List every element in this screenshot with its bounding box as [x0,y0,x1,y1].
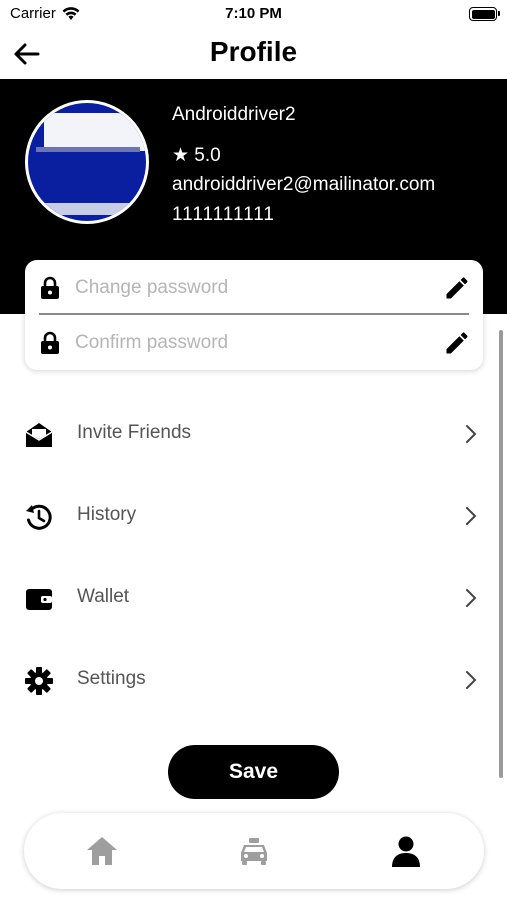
gear-icon [25,667,53,695]
chevron-right-icon [466,507,477,525]
change-password-input[interactable] [75,270,425,306]
user-rating: ★ 5.0 [172,145,221,166]
person-icon[interactable] [388,833,424,869]
save-button[interactable]: Save [168,745,339,799]
change-password-row [25,260,483,315]
menu-item-label: Settings [77,668,146,689]
chevron-right-icon [466,425,477,443]
status-bar: Carrier 7:10 PM [0,0,507,30]
user-phone: 1111111111 [172,204,275,225]
lock-icon [41,331,59,354]
menu-item-label: Wallet [77,586,130,607]
wallet-icon [26,589,52,610]
menu-item-label: Invite Friends [77,422,192,443]
chevron-right-icon [466,589,477,607]
menu-item-invite-friends[interactable]: Invite Friends [0,403,507,463]
home-icon[interactable] [84,833,120,869]
menu-item-settings[interactable]: Settings [0,649,507,709]
pencil-icon[interactable] [443,274,471,302]
bottom-tab-bar [24,813,484,889]
confirm-password-row [25,315,483,370]
battery-icon [469,7,500,21]
status-time: 7:10 PM [225,5,282,22]
password-card [25,260,483,370]
history-icon [26,504,52,530]
taxi-icon[interactable] [236,833,272,869]
envelope-open-icon [25,423,53,447]
scrollbar[interactable] [499,330,503,778]
user-name: Androiddriver2 [172,104,296,125]
user-email: androiddriver2@mailinator.com [172,174,436,195]
pencil-icon[interactable] [443,329,471,357]
menu-item-history[interactable]: History [0,485,507,545]
menu-item-label: History [77,504,137,525]
chevron-right-icon [466,671,477,689]
lock-icon [41,276,59,299]
confirm-password-input[interactable] [75,325,425,361]
menu-item-wallet[interactable]: Wallet [0,567,507,627]
user-info: Androiddriver2 ★ 5.0 androiddriver2@mail… [172,104,435,234]
page-title: Profile [209,36,298,67]
nav-bar: Profile [0,30,507,78]
avatar[interactable] [25,100,149,224]
